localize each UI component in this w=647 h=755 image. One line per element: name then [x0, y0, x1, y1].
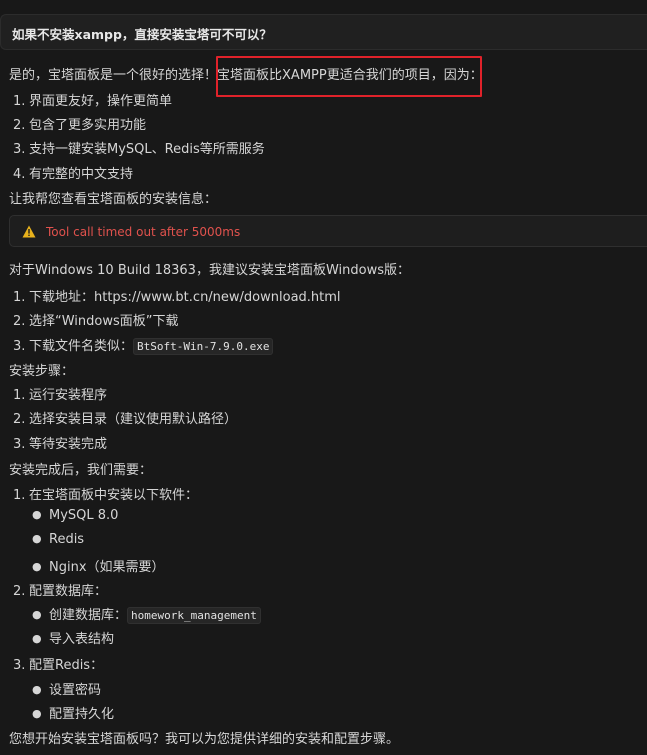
list-item: 1. 下载地址：https://www.bt.cn/new/download.ht…	[13, 286, 341, 305]
list-item: 2. 包含了更多实用功能	[13, 114, 146, 133]
list-item-text: 导入表结构	[49, 632, 115, 647]
tool-call-status-text: Tool call timed out after 5000ms	[46, 225, 241, 239]
list-item-text: 支持一键安装MySQL、Redis等所需服务	[29, 142, 265, 157]
sub-list-item: ● MySQL 8.0	[32, 508, 118, 523]
list-number: 3.	[13, 142, 26, 157]
list-item-text: 选择安装目录（建议使用默认路径）	[29, 412, 238, 427]
list-number: 4.	[13, 167, 26, 182]
list-item: 3. 等待安装完成	[13, 433, 107, 452]
closing-paragraph: 您想开始安装宝塔面板吗？我可以为您提供详细的安装和配置步骤。	[9, 732, 400, 747]
list-number: 2.	[13, 412, 26, 427]
list-number: 1.	[13, 94, 26, 109]
warning-icon	[22, 225, 36, 238]
list-item: 1. 界面更友好，操作更简单	[13, 90, 172, 109]
list-number: 2.	[13, 584, 26, 599]
sub-list-item: ● Redis	[32, 532, 84, 547]
highlight-annotation-box	[216, 56, 482, 97]
sub-list-item: ● 导入表结构	[32, 628, 114, 647]
bullet-icon: ●	[32, 707, 42, 720]
bullet-icon: ●	[32, 560, 42, 573]
bullet-icon: ●	[32, 632, 42, 645]
list-number: 2.	[13, 314, 26, 329]
user-message-text: 如果不安装xampp，直接安装宝塔可不可以？	[12, 27, 272, 42]
inline-code: homework_management	[127, 607, 261, 624]
list-number: 3.	[13, 437, 26, 452]
bullet-icon: ●	[32, 532, 42, 545]
sub-list-item: ● 设置密码	[32, 679, 101, 698]
list-item: 3. 支持一键安装MySQL、Redis等所需服务	[13, 138, 265, 157]
list-item-text: 选择“Windows面板”下载	[29, 314, 179, 329]
list-item-text: 配置数据库：	[29, 584, 108, 599]
list-item-text: Nginx（如果需要）	[49, 560, 165, 575]
sub-list-item: ● 创建数据库： homework_management	[32, 604, 261, 624]
list-number: 2.	[13, 118, 26, 133]
list-item-text: 配置Redis：	[29, 658, 104, 673]
list-item-text: Redis	[49, 532, 85, 547]
list-item-text: 下载文件名类似：	[29, 339, 134, 354]
list-item-text: 有完整的中文支持	[29, 167, 134, 182]
section-heading: 安装步骤：	[9, 364, 75, 379]
list-item: 2. 选择安装目录（建议使用默认路径）	[13, 408, 237, 427]
list-item-text: 包含了更多实用功能	[29, 118, 147, 133]
list-item: 2. 选择“Windows面板”下载	[13, 310, 179, 329]
list-number: 3.	[13, 339, 26, 354]
list-item-text: 在宝塔面板中安装以下软件：	[29, 488, 199, 503]
sub-list-item: ● Nginx（如果需要）	[32, 556, 165, 575]
intro-text: 是的，宝塔面板是一个很好的选择！	[9, 68, 218, 83]
list-item-text: 界面更友好，操作更简单	[29, 94, 173, 109]
user-message-bubble: 如果不安装xampp，直接安装宝塔可不可以？	[0, 14, 647, 50]
list-item: 1. 运行安装程序	[13, 384, 107, 403]
bullet-icon: ●	[32, 683, 42, 696]
list-number: 3.	[13, 658, 26, 673]
sub-list-item: ● 配置持久化	[32, 703, 114, 722]
list-item-text: 配置持久化	[49, 707, 115, 722]
list-item: 1. 在宝塔面板中安装以下软件：	[13, 484, 198, 503]
list-item-text: 创建数据库：	[49, 608, 128, 623]
bullet-icon: ●	[32, 608, 42, 621]
list-item: 3. 下载文件名类似： BtSoft-Win-7.9.0.exe	[13, 335, 274, 355]
list-item: 4. 有完整的中文支持	[13, 163, 133, 182]
tool-call-status[interactable]: Tool call timed out after 5000ms	[9, 215, 647, 247]
list-item-text: 下载地址：https://www.bt.cn/new/download.html	[29, 290, 341, 305]
section-heading: 安装完成后，我们需要：	[9, 463, 153, 478]
list-number: 1.	[13, 488, 26, 503]
bullet-icon: ●	[32, 508, 42, 521]
list-item: 2. 配置数据库：	[13, 580, 107, 599]
list-number: 1.	[13, 388, 26, 403]
list-item-text: 等待安装完成	[29, 437, 108, 452]
list-item-text: 运行安装程序	[29, 388, 108, 403]
list-item-text: 设置密码	[49, 683, 102, 698]
paragraph: 让我帮您查看宝塔面板的安装信息：	[9, 192, 218, 207]
inline-code: BtSoft-Win-7.9.0.exe	[133, 338, 274, 355]
list-number: 1.	[13, 290, 26, 305]
paragraph: 对于Windows 10 Build 18363，我建议安装宝塔面板Window…	[9, 263, 410, 278]
list-item-text: MySQL 8.0	[49, 508, 119, 523]
list-item: 3. 配置Redis：	[13, 654, 103, 673]
